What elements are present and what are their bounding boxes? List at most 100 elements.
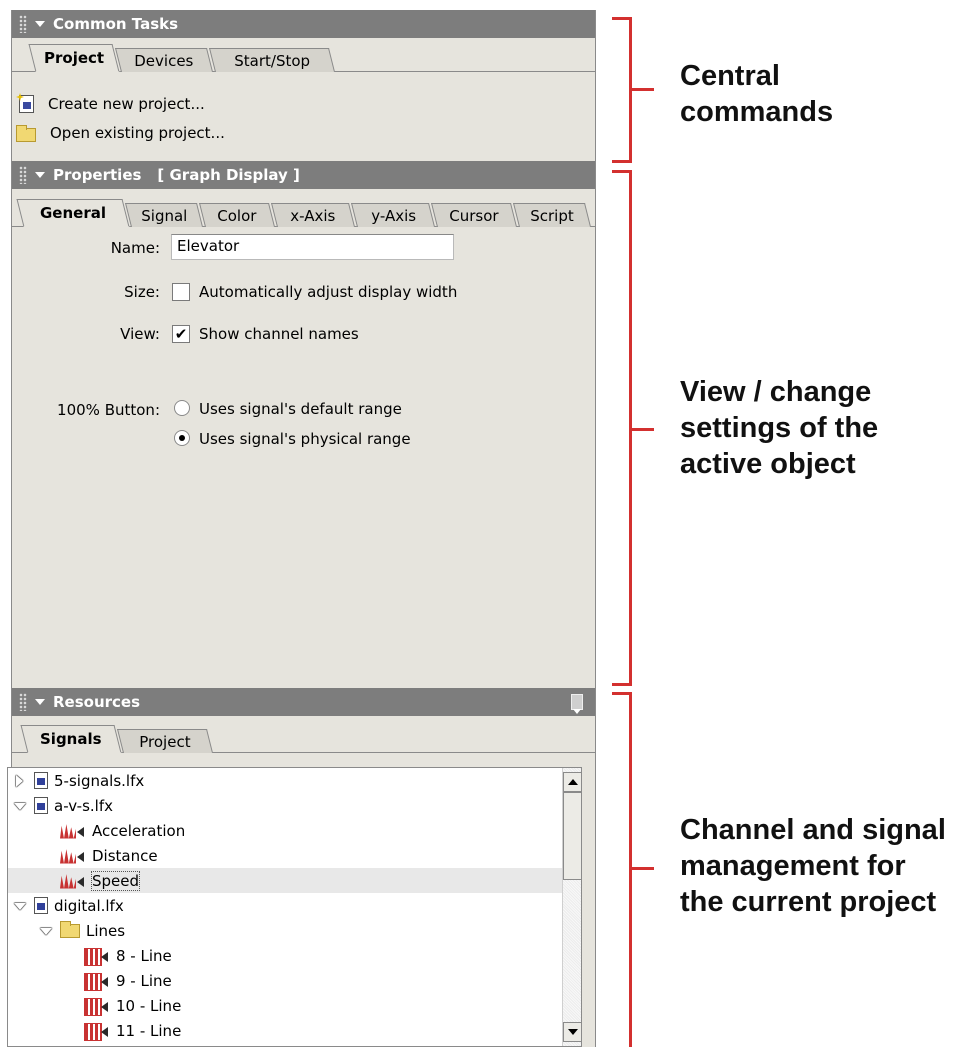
folder-icon — [16, 124, 36, 142]
size-label: Size: — [124, 283, 160, 301]
resources-header[interactable]: Resources — [12, 688, 595, 716]
tree-item-10-line[interactable]: 10 - Line — [8, 993, 562, 1018]
tree-scrollbar[interactable] — [562, 768, 581, 1046]
collapse-arrow-icon[interactable] — [35, 699, 45, 705]
tree-item-speed[interactable]: Speed — [8, 868, 562, 893]
open-existing-project-link[interactable]: Open existing project... — [16, 122, 225, 144]
lfx-file-icon — [34, 797, 48, 814]
collapse-arrow-icon[interactable] — [35, 21, 45, 27]
collapse-arrow-icon[interactable] — [14, 900, 26, 912]
tree-item-11-line[interactable]: 11 - Line — [8, 1018, 562, 1043]
auto-adjust-width-checkbox[interactable] — [172, 283, 190, 301]
folder-icon — [60, 920, 80, 938]
tab-devices[interactable]: Devices — [115, 48, 213, 72]
collapse-arrow-icon[interactable] — [40, 925, 52, 937]
tab-resources-project[interactable]: Project — [117, 729, 213, 753]
lfx-file-icon — [34, 897, 48, 914]
tree-item-label: a-v-s.lfx — [54, 796, 113, 815]
show-channel-names-label[interactable]: Show channel names — [199, 325, 359, 343]
tree-item-digital[interactable]: digital.lfx — [8, 893, 562, 918]
channel-management-tick — [632, 867, 654, 870]
show-channel-names-checkbox[interactable]: ✔ — [172, 325, 190, 343]
default-range-label[interactable]: Uses signal's default range — [199, 400, 402, 418]
tab-x-axis[interactable]: x-Axis — [271, 203, 355, 227]
central-commands-bracket — [612, 17, 632, 163]
channel-management-annotation: Channel and signal management for the cu… — [680, 814, 946, 918]
properties-context: [ Graph Display ] — [157, 166, 300, 184]
tree-item-acceleration[interactable]: Acceleration — [8, 818, 562, 843]
tab-project[interactable]: Project — [28, 44, 120, 72]
properties-title: Properties — [53, 166, 142, 184]
create-new-project-link[interactable]: Create new project... — [16, 93, 205, 115]
tab-cursor[interactable]: Cursor — [431, 203, 517, 227]
name-label: Name: — [110, 239, 160, 257]
scrollbar-thumb[interactable] — [563, 792, 581, 880]
tab-color[interactable]: Color — [199, 203, 275, 227]
signal-tree[interactable]: 5-signals.lfx a-v-s.lfx Acceleration Dis… — [7, 767, 582, 1047]
auto-adjust-width-label[interactable]: Automatically adjust display width — [199, 283, 457, 301]
view-settings-annotation: View / change settings of the active obj… — [680, 376, 879, 480]
properties-header[interactable]: Properties [ Graph Display ] — [12, 161, 595, 189]
common-tasks-header[interactable]: Common Tasks — [12, 10, 595, 38]
signal-icon — [60, 823, 86, 839]
common-tasks-title: Common Tasks — [53, 15, 179, 33]
tab-general[interactable]: General — [16, 199, 130, 227]
tab-signals[interactable]: Signals — [20, 725, 122, 753]
signal-icon — [60, 848, 86, 864]
tree-item-5-signals[interactable]: 5-signals.lfx — [8, 768, 562, 793]
tree-item-label: 10 - Line — [116, 996, 182, 1015]
collapse-arrow-icon[interactable] — [14, 800, 26, 812]
tree-item-a-v-s[interactable]: a-v-s.lfx — [8, 793, 562, 818]
tree-item-label: Lines — [86, 921, 126, 940]
tree-item-label: 11 - Line — [116, 1021, 182, 1040]
create-new-project-label: Create new project... — [48, 95, 205, 113]
common-tasks-panel: Common Tasks Project Devices Start/Stop … — [11, 10, 596, 161]
resources-title: Resources — [53, 693, 141, 711]
physical-range-label[interactable]: Uses signal's physical range — [199, 430, 411, 448]
central-commands-annotation: Central commands — [680, 60, 834, 128]
channel-management-bracket — [612, 692, 632, 1047]
name-field[interactable]: Elevator — [171, 234, 454, 260]
drag-grip-icon[interactable] — [19, 166, 27, 184]
tree-item-lines[interactable]: Lines — [8, 918, 562, 943]
properties-panel: Properties [ Graph Display ] General Sig… — [11, 161, 596, 688]
resources-tabs: Signals Project — [12, 725, 595, 753]
tree-item-label: digital.lfx — [54, 896, 124, 915]
tab-script[interactable]: Script — [513, 203, 591, 227]
digital-signal-icon — [84, 1022, 110, 1041]
physical-range-radio[interactable] — [174, 430, 190, 446]
central-commands-tick — [632, 88, 654, 91]
tab-signal[interactable]: Signal — [125, 203, 203, 227]
digital-signal-icon — [84, 972, 110, 991]
tree-item-8-line[interactable]: 8 - Line — [8, 943, 562, 968]
open-existing-project-label: Open existing project... — [50, 124, 225, 142]
tree-item-label: Acceleration — [92, 821, 186, 840]
view-settings-tick — [632, 428, 654, 431]
lfx-file-icon — [34, 772, 48, 789]
view-label: View: — [120, 325, 160, 343]
tab-y-axis[interactable]: y-Axis — [351, 203, 435, 227]
tree-item-label: 9 - Line — [116, 971, 172, 990]
tree-item-distance[interactable]: Distance — [8, 843, 562, 868]
tree-item-label: Speed — [90, 870, 141, 891]
tab-start-stop[interactable]: Start/Stop — [209, 48, 335, 72]
tree-item-9-line[interactable]: 9 - Line — [8, 968, 562, 993]
new-project-icon — [19, 95, 34, 113]
tree-item-label: 5-signals.lfx — [54, 771, 145, 790]
drag-grip-icon[interactable] — [19, 693, 27, 711]
signal-icon — [60, 873, 86, 889]
view-settings-bracket — [612, 170, 632, 686]
properties-tabs: General Signal Color x-Axis y-Axis Curso… — [12, 199, 595, 227]
collapse-arrow-icon[interactable] — [35, 172, 45, 178]
default-range-radio[interactable] — [174, 400, 190, 416]
drag-grip-icon[interactable] — [19, 15, 27, 33]
digital-signal-icon — [84, 997, 110, 1016]
tree-item-label: Distance — [92, 846, 158, 865]
expand-arrow-icon[interactable] — [14, 775, 26, 787]
scroll-down-arrow-icon[interactable] — [563, 1022, 581, 1042]
panel-menu-icon[interactable] — [571, 694, 583, 714]
digital-signal-icon — [84, 947, 110, 966]
scroll-up-arrow-icon[interactable] — [563, 772, 581, 792]
hundred-percent-button-label: 100% Button: — [57, 401, 160, 419]
common-tasks-tabs: Project Devices Start/Stop — [12, 44, 595, 72]
